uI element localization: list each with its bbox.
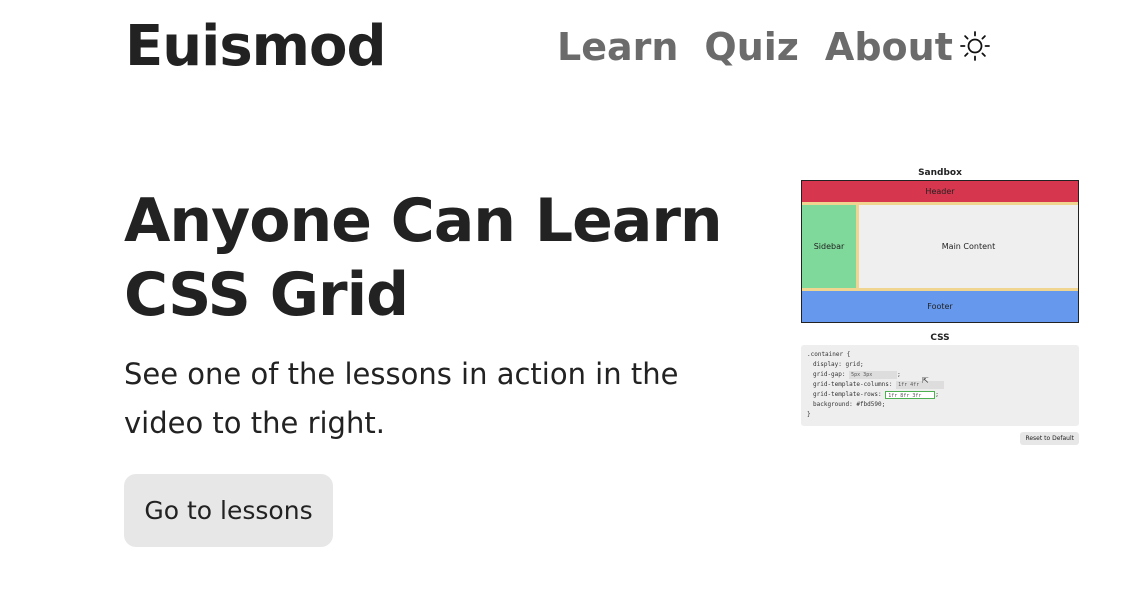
grid-area-sidebar: Sidebar [802,205,856,288]
css-title: CSS [930,333,950,343]
go-to-lessons-button[interactable]: Go to lessons [124,474,333,547]
reset-to-default-button[interactable]: Reset to Default [1020,432,1079,445]
code-close: } [807,411,811,418]
nav-about[interactable]: About [825,22,953,72]
mouse-cursor-icon: ⇱ [922,376,929,385]
hero-subtitle: See one of the lessons in action in the … [124,357,679,440]
css-code-editor: .container { display: grid; grid-gap: 5p… [801,345,1079,426]
code-rows-line: grid-template-rows: 1fr 8fr 3fr; [813,390,939,399]
sandbox-grid: Header Sidebar Main Content Footer [801,180,1079,323]
nav-quiz[interactable]: Quiz [704,22,799,72]
hero-title: Anyone Can Learn CSS Grid [124,184,744,332]
hero-title-line2: CSS Grid [124,260,409,330]
code-gap-prop: grid-gap: [813,371,846,378]
code-display: display: grid; [813,361,864,368]
grid-area-header: Header [802,181,1078,202]
code-selector: .container { [807,351,851,358]
grid-area-footer: Footer [802,291,1078,322]
lesson-video[interactable]: Sandbox Header Sidebar Main Content Foot… [801,166,1079,445]
code-rows-prop: grid-template-rows: [813,391,882,398]
rows-input[interactable]: 1fr 8fr 3fr [885,390,936,399]
hero-title-line1: Anyone Can Learn [124,186,723,256]
code-columns-line: grid-template-columns: 1fr 4fr [807,380,1073,390]
sun-icon [960,31,990,61]
nav-learn[interactable]: Learn [557,22,678,72]
code-background: background: #fbd590; [813,401,886,408]
sandbox-title: Sandbox [918,168,962,178]
main-nav: Learn Quiz About [557,22,953,72]
grid-area-main: Main Content [859,205,1078,288]
code-columns-prop: grid-template-columns: [813,381,893,388]
gap-input[interactable]: 5px 3px [849,370,898,379]
columns-input[interactable]: 1fr 4fr [896,380,945,389]
theme-toggle-button[interactable] [958,29,992,63]
brand-logo[interactable]: Euismod [125,14,387,80]
code-gap-line: grid-gap: 5px 3px; [813,370,901,379]
